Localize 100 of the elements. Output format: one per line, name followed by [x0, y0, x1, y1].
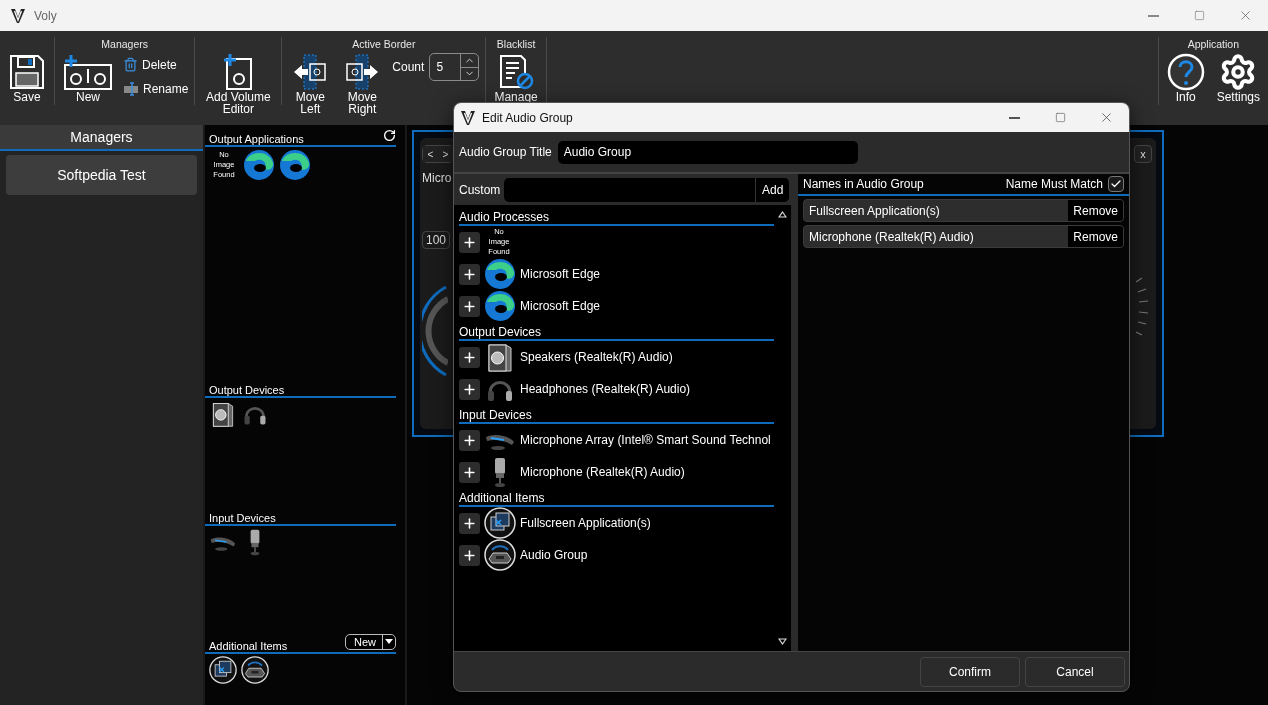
add-item-button[interactable] [459, 263, 480, 285]
delete-button[interactable]: Delete [123, 55, 189, 74]
name-must-match-checkbox[interactable] [1108, 176, 1124, 192]
source-name: Fullscreen Application(s) [520, 516, 651, 530]
title-field[interactable]: Audio Group [557, 140, 858, 164]
group-label: Managers [101, 37, 149, 51]
remove-button[interactable]: Remove [1068, 200, 1123, 221]
add-item-button[interactable] [459, 295, 480, 317]
add-button[interactable]: Add [755, 177, 789, 202]
swirl-logo-icon [279, 149, 311, 181]
speaker-add-icon [63, 53, 113, 91]
expand-icon [209, 656, 237, 684]
plus-icon [462, 266, 477, 282]
dialog-title: Edit Audio Group [482, 110, 574, 125]
plus-icon [462, 432, 477, 448]
source-name: Headphones (Realtek(R) Audio) [520, 382, 691, 396]
cancel-button[interactable]: Cancel [1025, 656, 1125, 687]
device-name: Micro [422, 171, 452, 185]
maximize-icon [1054, 112, 1066, 123]
plus-icon [462, 234, 477, 250]
add-item-button[interactable] [459, 378, 480, 400]
add-item-button[interactable] [459, 231, 480, 253]
minimize-icon [1147, 14, 1159, 17]
rename-icon [123, 82, 139, 96]
source-name: Microphone Array (Intel® Smart Sound Technol [520, 433, 771, 447]
section-title: Additional Items [459, 491, 545, 505]
settings-button[interactable]: Settings [1214, 51, 1262, 105]
app-logo-icon [10, 7, 26, 24]
plus-icon [462, 464, 477, 480]
confirm-button[interactable]: Confirm [920, 656, 1020, 687]
group-icon [241, 656, 269, 684]
source-name: Microsoft Edge [520, 267, 601, 281]
name-text: Fullscreen Application(s) [808, 203, 941, 218]
next-button[interactable]: > [438, 146, 453, 162]
new-button[interactable]: New [61, 51, 115, 105]
checkbox-label: Name Must Match [1005, 177, 1103, 191]
new-split-button[interactable]: New [345, 634, 396, 650]
add-item-button[interactable] [459, 461, 480, 483]
refresh-icon[interactable] [383, 129, 396, 142]
check-icon [1110, 178, 1122, 190]
rename-button[interactable]: Rename [123, 80, 189, 98]
close-button[interactable]: x [1134, 145, 1152, 163]
trash-icon [123, 57, 138, 72]
add-volume-editor-button[interactable]: Add Volume Editor [201, 51, 276, 117]
source-name: Speakers (Realtek(R) Audio) [520, 350, 673, 364]
section-title: Audio Processes [459, 210, 550, 224]
app-logo-icon [460, 109, 476, 126]
help-icon [1166, 53, 1205, 91]
count-spinner[interactable]: 5 [429, 53, 480, 81]
custom-field[interactable]: Add [504, 177, 789, 202]
title-label: Audio Group Title [459, 145, 552, 159]
source-name: Microsoft Edge [520, 299, 601, 313]
count-label: Count [392, 60, 425, 74]
section-title: Output Applications [209, 133, 304, 145]
group-label: Active Border [352, 37, 416, 51]
expand-icon [484, 507, 516, 539]
group-icon [484, 539, 516, 571]
group-label: Application [1187, 37, 1239, 51]
swirl-logo-icon [484, 290, 516, 322]
remove-button[interactable]: Remove [1068, 226, 1123, 247]
save-button[interactable]: Save [6, 51, 48, 105]
swirl-logo-icon [484, 258, 516, 290]
tick-marks-drawing [1136, 276, 1150, 336]
scroll-up-icon[interactable] [778, 211, 787, 218]
plus-icon [462, 381, 477, 397]
names-header: Names in Audio Group [803, 177, 924, 191]
source-name: Microphone (Realtek(R) Audio) [520, 465, 685, 479]
move-left-button[interactable]: Move Left [288, 51, 333, 117]
dropdown-caret-icon [385, 639, 393, 645]
document-blocked-icon [497, 53, 536, 91]
previous-button[interactable]: < [423, 146, 438, 162]
manager-item[interactable]: Softpedia Test [6, 155, 197, 195]
section-title: Input Devices [209, 512, 276, 524]
swirl-logo-icon [243, 149, 275, 181]
source-name: Audio Group [520, 548, 588, 562]
maximize-icon [1193, 10, 1205, 21]
section-title: Output Devices [459, 325, 542, 339]
plus-icon [462, 298, 477, 314]
custom-label: Custom [459, 182, 501, 197]
section-title: Input Devices [459, 408, 532, 422]
scroll-down-icon[interactable] [778, 638, 787, 645]
group-label: Blacklist [496, 37, 536, 51]
plus-icon [462, 547, 477, 563]
add-item-button[interactable] [459, 346, 480, 368]
move-left-icon [292, 53, 329, 91]
minimize-icon [1008, 116, 1020, 119]
move-right-button[interactable]: Move Right [340, 51, 385, 117]
window-title: Voly [34, 8, 58, 23]
sidebar-title: Managers [0, 125, 203, 151]
add-item-button[interactable] [459, 429, 480, 451]
plus-icon [462, 515, 477, 531]
name-text: Microphone (Realtek(R) Audio) [808, 229, 975, 244]
info-button[interactable]: Info [1164, 51, 1207, 105]
section-title: Output Devices [209, 384, 285, 396]
add-item-button[interactable] [459, 512, 480, 534]
section-title: Additional Items [209, 640, 288, 652]
plus-icon [462, 349, 477, 365]
volume-field[interactable]: 100 [422, 231, 451, 249]
add-item-button[interactable] [459, 544, 480, 566]
manage-button[interactable]: Manage [492, 51, 540, 105]
